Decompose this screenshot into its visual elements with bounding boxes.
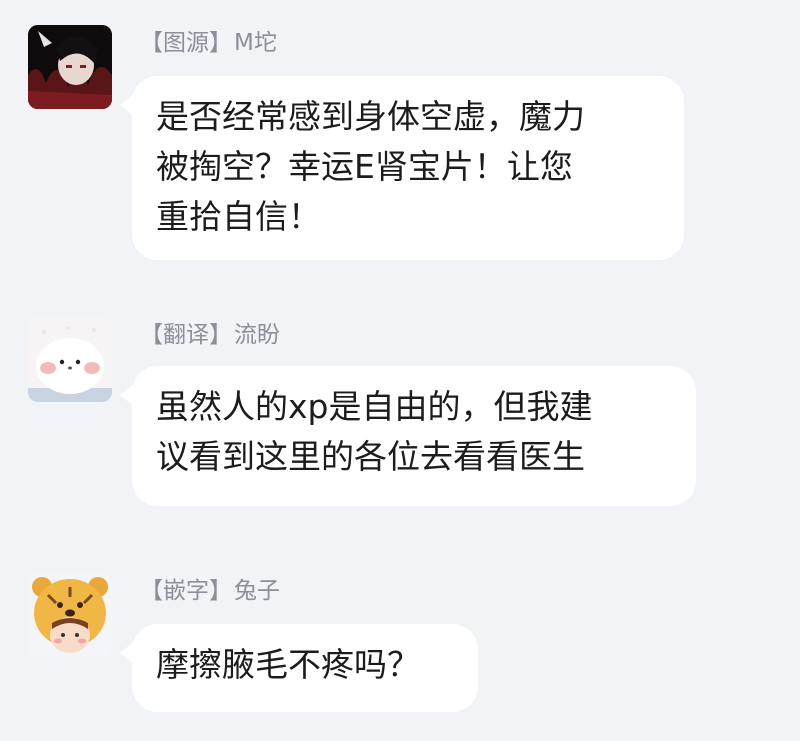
white-blush-creature-avatar: [28, 318, 112, 402]
sender-name: 【图源】M坨: [140, 28, 277, 58]
avatar[interactable]: [28, 318, 112, 402]
message-line: 议看到这里的各位去看看医生: [156, 437, 585, 476]
message-line: 是否经常感到身体空虚，魔力: [156, 97, 585, 136]
user-name: 兔子: [234, 578, 280, 604]
message-bubble[interactable]: 摩擦腋毛不疼吗？: [132, 624, 478, 712]
message-line: 被掏空？幸运E肾宝片！让您: [156, 147, 573, 186]
message-line: 虽然人的xp是自由的，但我建: [156, 387, 593, 426]
user-name: M坨: [234, 30, 277, 56]
message-line: 重拾自信！: [156, 197, 321, 236]
tiger-hood-chibi-avatar: [28, 573, 112, 657]
message-line: 摩擦腋毛不疼吗？: [156, 645, 420, 684]
avatar[interactable]: [28, 573, 112, 657]
role-tag: 【嵌字】: [140, 578, 232, 604]
message-bubble[interactable]: 虽然人的xp是自由的，但我建 议看到这里的各位去看看医生: [132, 366, 696, 506]
message-bubble[interactable]: 是否经常感到身体空虚，魔力 被掏空？幸运E肾宝片！让您 重拾自信！: [132, 76, 684, 260]
role-tag: 【图源】: [140, 30, 232, 56]
role-tag: 【翻译】: [140, 322, 232, 348]
sender-name: 【翻译】流盼: [140, 320, 280, 350]
dark-haired-anime-character-avatar: [28, 25, 112, 109]
user-name: 流盼: [234, 322, 280, 348]
sender-name: 【嵌字】兔子: [140, 576, 280, 606]
avatar[interactable]: [28, 25, 112, 109]
